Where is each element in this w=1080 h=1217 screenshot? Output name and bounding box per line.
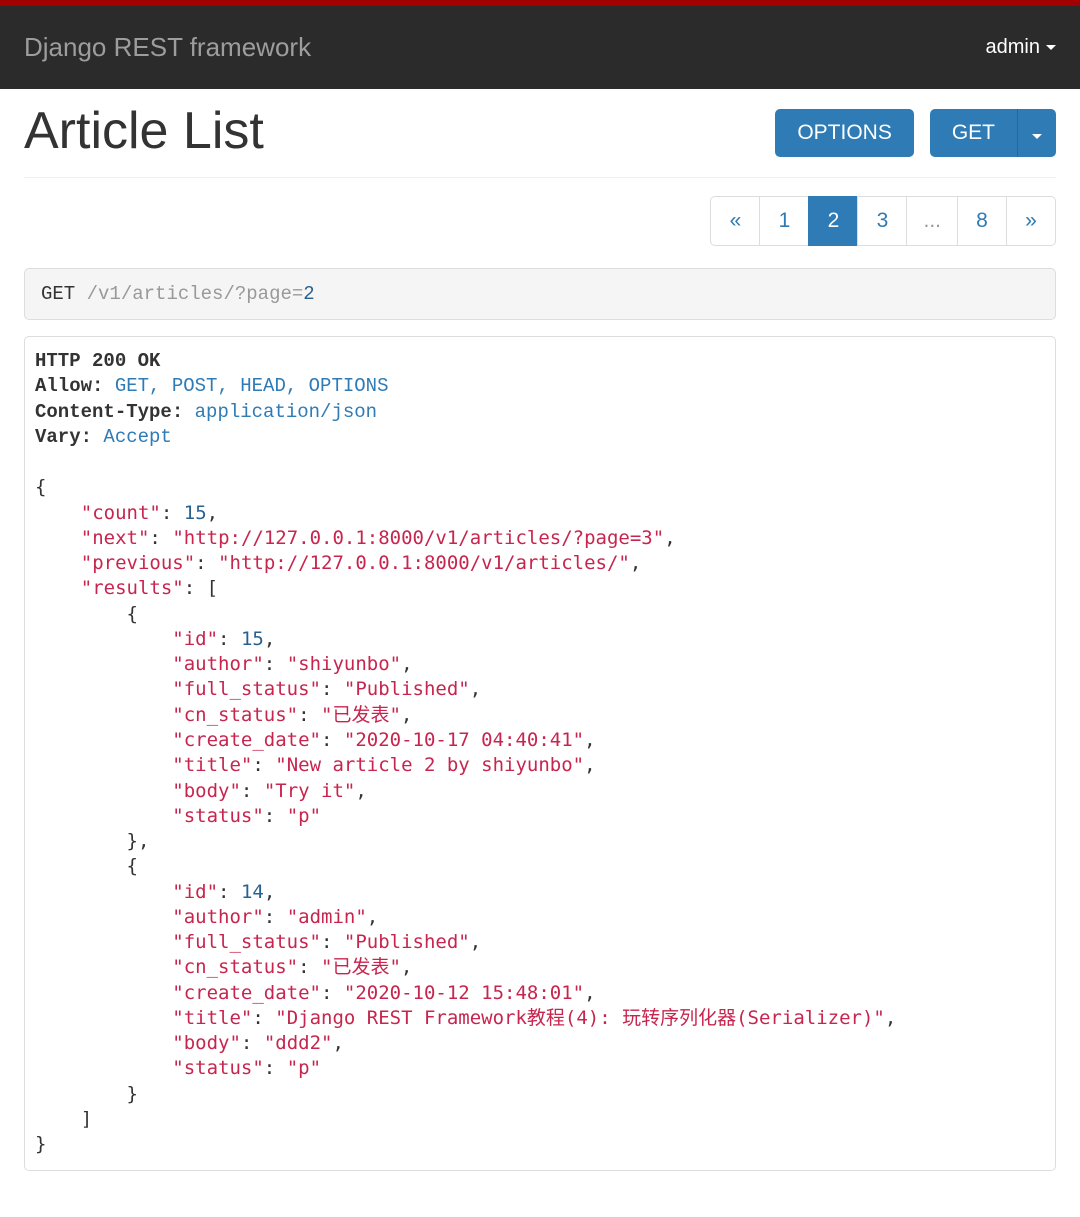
get-button[interactable]: GET bbox=[930, 109, 1017, 157]
action-buttons: OPTIONS GET bbox=[775, 109, 1056, 157]
pagination-item[interactable]: « bbox=[710, 196, 760, 246]
response-header-value: GET, POST, HEAD, OPTIONS bbox=[115, 375, 389, 397]
request-query-eq: = bbox=[292, 283, 303, 305]
response-status: HTTP 200 OK bbox=[35, 349, 1045, 374]
get-button-group: GET bbox=[930, 109, 1056, 157]
request-path: /v1/articles/ bbox=[87, 283, 235, 305]
request-query-key: ?page bbox=[235, 283, 292, 305]
page-header: Article List OPTIONS GET bbox=[24, 105, 1056, 161]
response-header-name: Allow: bbox=[35, 375, 103, 397]
request-query-val: 2 bbox=[303, 283, 314, 305]
pagination-item: ... bbox=[906, 196, 958, 246]
brand-link[interactable]: Django REST framework bbox=[24, 32, 311, 63]
pagination: «123...8» bbox=[24, 196, 1056, 246]
response-header-value: application/json bbox=[195, 401, 377, 423]
request-panel: GET /v1/articles/?page=2 bbox=[24, 268, 1056, 320]
navbar: Django REST framework admin bbox=[0, 6, 1080, 89]
response-panel: HTTP 200 OK Allow: GET, POST, HEAD, OPTI… bbox=[24, 336, 1056, 1171]
pagination-item[interactable]: 1 bbox=[759, 196, 809, 246]
response-header-value: Accept bbox=[103, 426, 171, 448]
divider bbox=[24, 177, 1056, 178]
pagination-item[interactable]: 2 bbox=[808, 196, 858, 246]
caret-down-icon bbox=[1032, 134, 1042, 139]
pagination-item[interactable]: 8 bbox=[957, 196, 1007, 246]
response-header-name: Content-Type: bbox=[35, 401, 183, 423]
request-method: GET bbox=[41, 283, 75, 305]
user-name: admin bbox=[986, 36, 1040, 59]
page-title: Article List bbox=[24, 101, 264, 161]
user-menu[interactable]: admin bbox=[986, 36, 1056, 59]
response-headers: Allow: GET, POST, HEAD, OPTIONS Content-T… bbox=[35, 374, 1045, 450]
caret-down-icon bbox=[1046, 45, 1056, 50]
content: Article List OPTIONS GET «123...8» GET /… bbox=[0, 89, 1080, 1195]
response-body: { "count": 15, "next": "http://127.0.0.1… bbox=[35, 450, 1045, 1157]
pagination-item[interactable]: » bbox=[1006, 196, 1056, 246]
pagination-item[interactable]: 3 bbox=[857, 196, 907, 246]
get-dropdown-button[interactable] bbox=[1017, 109, 1056, 157]
options-button[interactable]: OPTIONS bbox=[775, 109, 914, 157]
response-header-name: Vary: bbox=[35, 426, 92, 448]
